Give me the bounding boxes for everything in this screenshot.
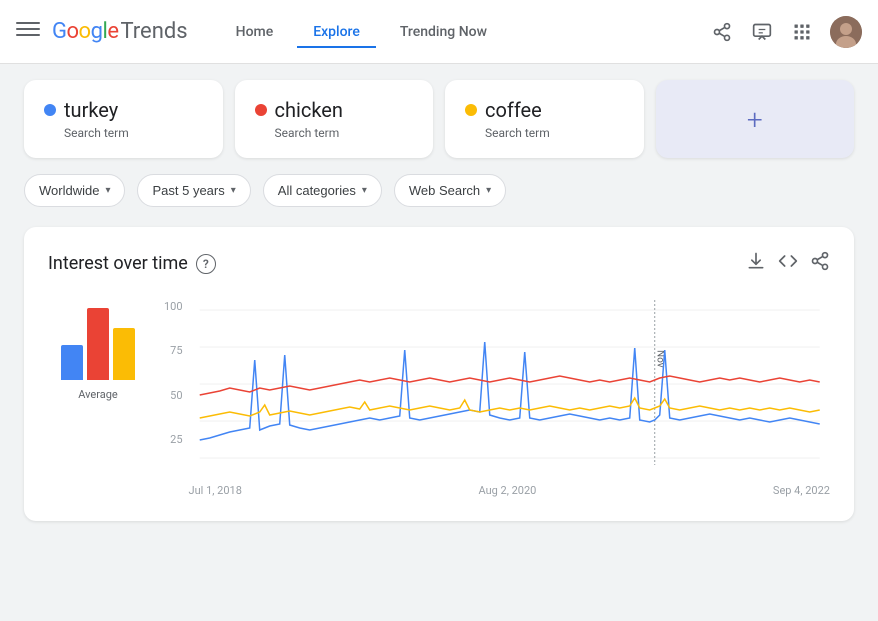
feedback-icon[interactable]: [750, 20, 774, 44]
chicken-dot: [255, 104, 267, 116]
search-term-turkey[interactable]: turkey Search term: [24, 80, 223, 158]
line-chart-svg: Nov: [189, 300, 830, 480]
chart-title-row: Interest over time ?: [48, 253, 216, 274]
help-icon[interactable]: ?: [196, 254, 216, 274]
filter-search-type-chevron: ▾: [486, 185, 491, 196]
turkey-dot: [44, 104, 56, 116]
filter-category-chevron: ▾: [362, 185, 367, 196]
chicken-type: Search term: [255, 126, 414, 140]
nav-trending[interactable]: Trending Now: [384, 16, 503, 48]
bar-turkey: [61, 345, 83, 380]
download-icon[interactable]: [746, 251, 766, 276]
filter-search-type[interactable]: Web Search ▾: [394, 174, 506, 207]
search-term-coffee[interactable]: coffee Search term: [445, 80, 644, 158]
main-content: turkey Search term chicken Search term c…: [0, 64, 878, 537]
filter-time-label: Past 5 years: [152, 183, 224, 198]
header: Google Trends Home Explore Trending Now: [0, 0, 878, 64]
filter-category[interactable]: All categories ▾: [263, 174, 382, 207]
bar-chicken: [87, 308, 109, 380]
coffee-name: coffee: [485, 98, 542, 122]
chart-actions: [746, 251, 830, 276]
coffee-dot: [465, 104, 477, 116]
filter-location-label: Worldwide: [39, 183, 99, 198]
share-icon[interactable]: [710, 20, 734, 44]
chart-title: Interest over time: [48, 253, 188, 274]
y-axis: 100 75 50 25: [164, 300, 183, 497]
chart-section: Interest over time ?: [24, 227, 854, 521]
x-label-2020: Aug 2, 2020: [478, 484, 536, 497]
avatar[interactable]: [830, 16, 862, 48]
chicken-name: chicken: [275, 98, 343, 122]
logo[interactable]: Google Trends: [52, 19, 188, 44]
nav-home[interactable]: Home: [220, 16, 290, 48]
menu-icon[interactable]: [16, 17, 40, 46]
embed-icon[interactable]: [778, 251, 798, 276]
filter-location-chevron: ▾: [105, 185, 110, 196]
y-label-50: 50: [164, 389, 183, 402]
header-actions: [710, 16, 862, 48]
apps-icon[interactable]: [790, 20, 814, 44]
chart-share-icon[interactable]: [810, 251, 830, 276]
chart-header: Interest over time ?: [48, 251, 830, 276]
logo-trends-text: Trends: [120, 19, 187, 44]
average-chart: Average: [48, 300, 148, 497]
line-chart-container: 100 75 50 25: [164, 300, 830, 497]
x-axis: Jul 1, 2018 Aug 2, 2020 Sep 4, 2022: [189, 480, 830, 497]
filter-time-chevron: ▾: [231, 185, 236, 196]
filter-row: Worldwide ▾ Past 5 years ▾ All categorie…: [24, 174, 854, 207]
y-label-25: 25: [164, 433, 183, 446]
avg-label: Average: [78, 388, 118, 401]
line-chart-inner: 100 75 50 25: [164, 300, 830, 497]
turkey-type: Search term: [44, 126, 203, 140]
search-terms-row: turkey Search term chicken Search term c…: [24, 80, 854, 158]
y-label-75: 75: [164, 344, 183, 357]
turkey-name: turkey: [64, 98, 118, 122]
add-term-icon: +: [747, 103, 763, 136]
coffee-type: Search term: [465, 126, 624, 140]
x-label-2022: Sep 4, 2022: [773, 484, 830, 497]
main-nav: Home Explore Trending Now: [220, 16, 710, 48]
y-label-100: 100: [164, 300, 183, 313]
bar-chart: [61, 300, 135, 380]
x-label-2018: Jul 1, 2018: [189, 484, 242, 497]
filter-location[interactable]: Worldwide ▾: [24, 174, 125, 207]
chart-body: Average 100 75 50 25: [48, 300, 830, 497]
filter-category-label: All categories: [278, 183, 356, 198]
filter-search-type-label: Web Search: [409, 183, 480, 198]
add-term-card[interactable]: +: [656, 80, 855, 158]
bar-coffee: [113, 328, 135, 380]
svg-wrapper: Nov Jul 1, 2018 Aug 2, 2020: [189, 300, 830, 497]
nav-explore[interactable]: Explore: [297, 16, 376, 48]
filter-time[interactable]: Past 5 years ▾: [137, 174, 250, 207]
search-term-chicken[interactable]: chicken Search term: [235, 80, 434, 158]
